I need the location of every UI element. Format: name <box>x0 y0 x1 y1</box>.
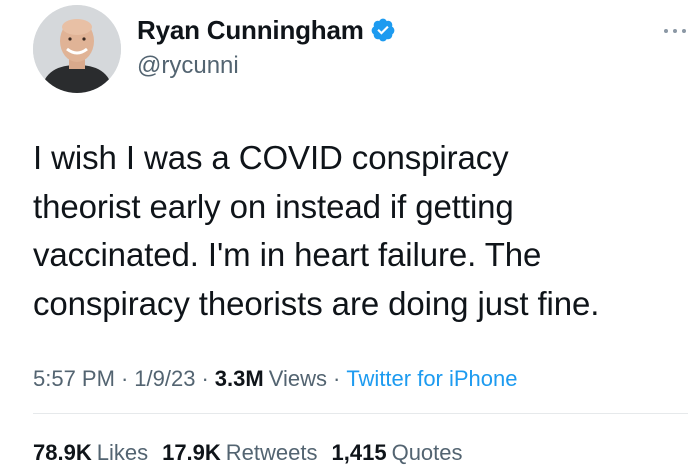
more-options-icon[interactable] <box>664 26 686 36</box>
views-count: 3.3M <box>214 366 264 391</box>
meta-separator: · <box>332 366 341 391</box>
quotes-count: 1,415 <box>331 440 387 465</box>
engagement-stats: 78.9K Likes 17.9K Retweets 1,415 Quotes <box>33 440 477 466</box>
meta-separator: · <box>201 366 209 391</box>
author-block: Ryan Cunningham @rycunni <box>137 14 396 80</box>
retweets-label: Retweets <box>225 440 318 465</box>
likes-stat[interactable]: 78.9K Likes <box>33 440 148 466</box>
tweet-meta: 5:57 PM · 1/9/23 · 3.3M Views · Twitter … <box>33 366 518 392</box>
views-label: Views <box>268 366 327 391</box>
verified-badge-icon <box>371 18 395 42</box>
quotes-stat[interactable]: 1,415 Quotes <box>332 440 463 466</box>
retweets-count: 17.9K <box>162 440 221 465</box>
meta-separator: · <box>120 366 129 391</box>
name-row: Ryan Cunningham <box>137 14 396 46</box>
tweet-source-link[interactable]: Twitter for iPhone <box>346 366 517 392</box>
tweet-date[interactable]: 1/9/23 <box>134 366 195 392</box>
retweets-stat[interactable]: 17.9K Retweets <box>162 440 317 466</box>
avatar[interactable] <box>33 5 121 93</box>
tweet-card: Ryan Cunningham @rycunni I wish I was a … <box>0 0 700 470</box>
tweet-time[interactable]: 5:57 PM <box>33 366 115 392</box>
likes-label: Likes <box>96 440 149 465</box>
likes-count: 78.9K <box>33 440 92 465</box>
divider <box>33 413 688 414</box>
quotes-label: Quotes <box>391 440 463 465</box>
tweet-text: I wish I was a COVID conspiracy theorist… <box>33 139 600 322</box>
display-name[interactable]: Ryan Cunningham <box>137 15 364 46</box>
handle[interactable]: @rycunni <box>137 52 396 80</box>
profile-photo-icon <box>33 5 121 93</box>
